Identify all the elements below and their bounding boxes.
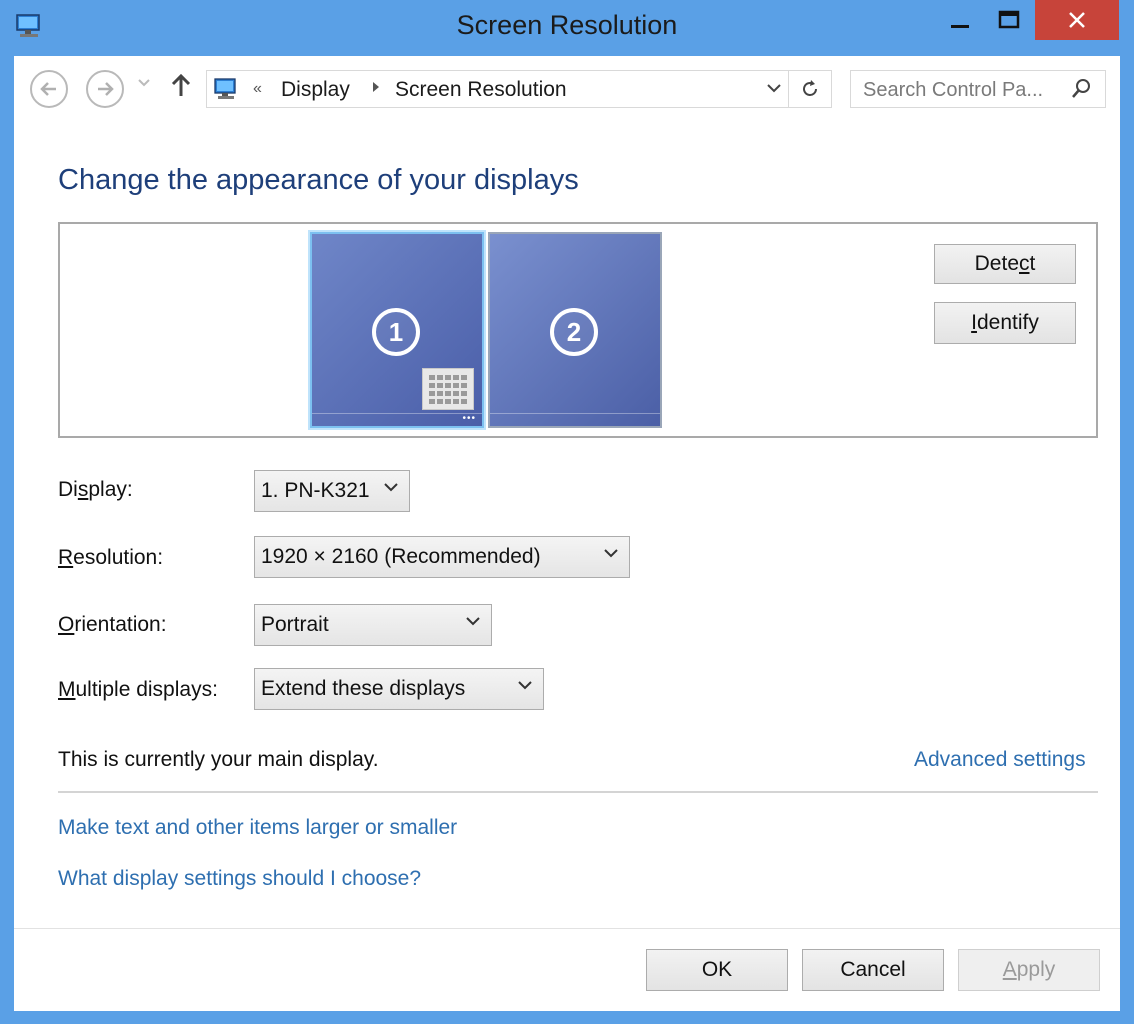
- breadcrumb-separator-icon[interactable]: [371, 81, 381, 96]
- display-select-value: 1. PN-K321: [261, 479, 370, 502]
- up-arrow-icon: [171, 73, 191, 96]
- resolution-label: Resolution:: [58, 546, 164, 569]
- resolution-select-value: 1920 × 2160 (Recommended): [261, 545, 541, 568]
- orientation-select[interactable]: Portrait: [254, 604, 492, 646]
- recent-pages-button[interactable]: [138, 76, 150, 90]
- apply-button[interactable]: Apply: [958, 949, 1100, 991]
- ok-button[interactable]: OK: [646, 949, 788, 991]
- search-box[interactable]: Search Control Pa...: [850, 70, 1106, 108]
- minimize-icon: [951, 25, 969, 28]
- multiple-displays-label: Multiple displays:: [58, 678, 218, 701]
- monitor-number-badge: 2: [550, 308, 598, 356]
- monitor-1[interactable]: 1 •••: [310, 232, 484, 428]
- monitor-number-badge: 1: [372, 308, 420, 356]
- multiple-displays-select[interactable]: Extend these displays: [254, 668, 544, 710]
- client-area: « Display Screen Resolution Search Contr…: [14, 56, 1120, 1011]
- page-heading: Change the appearance of your displays: [58, 164, 579, 196]
- screen-resolution-window: Screen Resolution « Display Screen Resol…: [0, 0, 1134, 1024]
- refresh-button[interactable]: [788, 71, 831, 107]
- resolution-select[interactable]: 1920 × 2160 (Recommended): [254, 536, 630, 578]
- text-size-link[interactable]: Make text and other items larger or smal…: [58, 816, 457, 840]
- address-bar[interactable]: « Display Screen Resolution: [206, 70, 832, 108]
- detect-button[interactable]: Dete c t: [934, 244, 1076, 284]
- multiple-displays-select-value: Extend these displays: [261, 677, 466, 700]
- orientation-select-value: Portrait: [261, 613, 329, 636]
- display-label: Display:: [58, 478, 133, 501]
- cancel-button[interactable]: Cancel: [802, 949, 944, 991]
- more-icon: •••: [462, 413, 476, 424]
- monitor-taskbar: [312, 413, 482, 426]
- chevron-down-icon: [603, 545, 619, 566]
- maximize-button[interactable]: [988, 0, 1030, 40]
- chevron-down-icon: [383, 479, 399, 500]
- forward-button[interactable]: [86, 70, 124, 108]
- monitor-2[interactable]: 2: [488, 232, 662, 428]
- search-input[interactable]: Search Control Pa...: [863, 79, 1043, 102]
- dropdown-icon[interactable]: [765, 79, 785, 99]
- recent-pages-icon: [138, 79, 150, 87]
- address-overflow[interactable]: «: [253, 80, 262, 98]
- title-bar[interactable]: Screen Resolution: [0, 0, 1134, 56]
- back-button[interactable]: [30, 70, 68, 108]
- breadcrumb-display[interactable]: Display: [281, 78, 350, 102]
- display-select[interactable]: 1. PN-K321: [254, 470, 410, 512]
- main-display-status: This is currently your main display.: [58, 748, 379, 771]
- monitor-taskbar: [490, 413, 660, 426]
- display-settings-help-link[interactable]: What display settings should I choose?: [58, 867, 421, 891]
- advanced-settings-link[interactable]: Advanced settings: [914, 748, 1086, 772]
- search-icon[interactable]: [1069, 77, 1093, 101]
- chevron-down-icon: [465, 613, 481, 634]
- divider: [58, 791, 1098, 793]
- keyboard-grid-icon: [422, 368, 474, 410]
- navigation-bar: « Display Screen Resolution Search Contr…: [14, 56, 1120, 124]
- refresh-icon: [803, 80, 817, 96]
- forward-arrow-icon: [98, 82, 114, 96]
- dialog-footer: OK Cancel Apply: [14, 928, 1120, 1011]
- chevron-down-icon: [517, 677, 533, 698]
- identify-button[interactable]: Identify: [934, 302, 1076, 344]
- maximize-icon: [998, 10, 1020, 29]
- control-panel-icon: [213, 77, 239, 101]
- close-button[interactable]: [1035, 0, 1119, 40]
- minimize-button[interactable]: [940, 0, 980, 40]
- close-icon: [1069, 12, 1085, 28]
- back-arrow-icon: [40, 82, 56, 96]
- up-button[interactable]: [170, 72, 192, 105]
- breadcrumb-screen-resolution[interactable]: Screen Resolution: [395, 78, 567, 102]
- orientation-label: Orientation:: [58, 613, 167, 636]
